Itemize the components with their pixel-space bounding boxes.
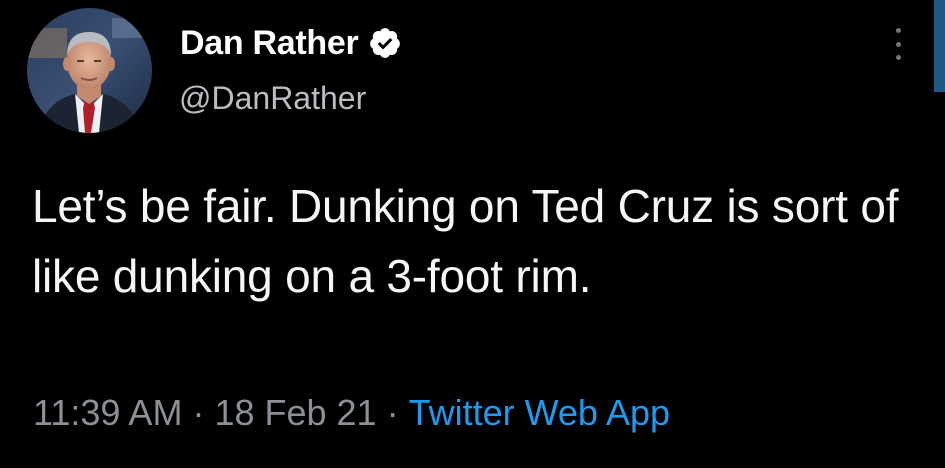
meta-separator: · xyxy=(192,392,205,433)
tweet-meta: 11:39 AM · 18 Feb 21 · Twitter Web App xyxy=(33,392,670,434)
more-dot xyxy=(895,55,901,60)
author-name[interactable]: Dan Rather xyxy=(180,24,359,63)
author-name-row: Dan Rather xyxy=(180,20,402,66)
scroll-edge-indicator xyxy=(934,0,945,92)
avatar-image xyxy=(27,8,152,133)
tweet-time[interactable]: 11:39 AM xyxy=(33,392,182,434)
more-options-icon[interactable] xyxy=(886,24,910,64)
avatar[interactable] xyxy=(27,8,152,133)
tweet-card: Dan Rather @DanRather Let’s be fair. Dun… xyxy=(0,0,945,468)
tweet-source-link[interactable]: Twitter Web App xyxy=(409,392,670,434)
meta-separator: · xyxy=(386,392,399,433)
tweet-date[interactable]: 18 Feb 21 xyxy=(214,392,376,434)
verified-badge-icon xyxy=(368,26,402,60)
tweet-text: Let’s be fair. Dunking on Ted Cruz is so… xyxy=(32,180,899,302)
more-dot xyxy=(895,41,901,47)
more-dot xyxy=(895,28,901,33)
author-handle[interactable]: @DanRather xyxy=(179,80,366,117)
